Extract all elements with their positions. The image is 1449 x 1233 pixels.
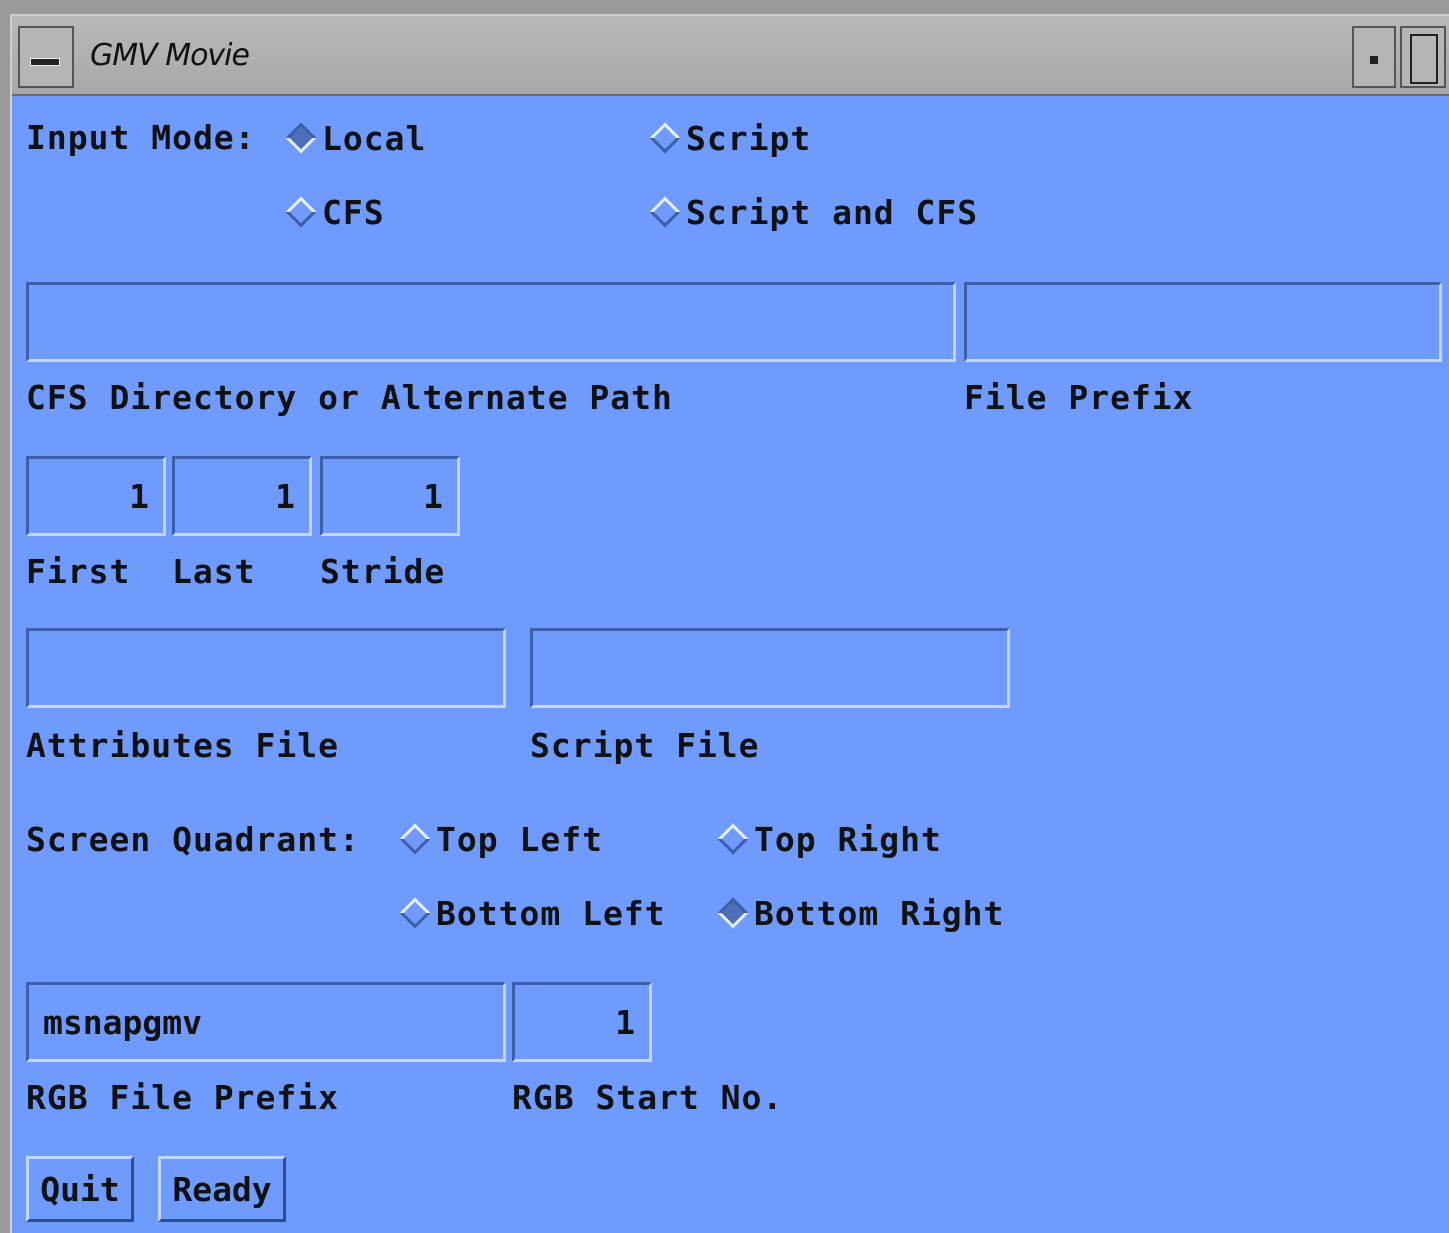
quadrant-top-left-radio[interactable]: Top Left xyxy=(398,816,603,862)
minimize-icon xyxy=(1370,56,1378,64)
attributes-file-input[interactable] xyxy=(26,628,506,708)
input-mode-script-and-cfs-radio[interactable]: Script and CFS xyxy=(648,190,978,234)
file-prefix-label: File Prefix xyxy=(964,378,1194,417)
window-menu-button[interactable] xyxy=(18,26,74,88)
last-input[interactable] xyxy=(172,456,312,536)
radio-label: Top Left xyxy=(436,819,603,859)
radio-label: Script and CFS xyxy=(686,192,979,232)
radio-unselected-icon xyxy=(649,122,681,154)
rgb-file-prefix-input[interactable] xyxy=(26,982,506,1062)
rgb-file-prefix-label: RGB File Prefix xyxy=(26,1078,340,1117)
minimize-button[interactable] xyxy=(1352,26,1396,88)
radio-label: Bottom Right xyxy=(754,893,1005,933)
radio-selected-icon xyxy=(285,122,317,154)
input-mode-label: Input Mode: xyxy=(26,118,256,157)
attributes-file-label: Attributes File xyxy=(26,726,340,765)
rgb-start-no-input[interactable] xyxy=(512,982,652,1062)
radio-label: Bottom Left xyxy=(436,893,666,933)
input-mode-cfs-radio[interactable]: CFS xyxy=(284,190,385,234)
first-label: First xyxy=(26,552,131,591)
input-mode-script-radio[interactable]: Script xyxy=(648,116,811,160)
window-title: GMV Movie xyxy=(90,38,250,73)
radio-label: Script xyxy=(686,118,812,158)
maximize-icon xyxy=(1410,34,1438,84)
cfs-directory-input[interactable] xyxy=(26,282,956,362)
quadrant-bottom-left-radio[interactable]: Bottom Left xyxy=(398,890,666,936)
radio-unselected-icon xyxy=(399,823,431,855)
rgb-start-no-label: RGB Start No. xyxy=(512,1078,784,1117)
script-file-input[interactable] xyxy=(530,628,1010,708)
cfs-directory-label: CFS Directory or Alternate Path xyxy=(26,378,673,417)
radio-selected-icon xyxy=(717,897,749,929)
window-menu-icon xyxy=(30,58,60,66)
radio-unselected-icon xyxy=(649,196,681,228)
input-mode-local-radio[interactable]: Local xyxy=(284,116,426,160)
title-bar: GMV Movie xyxy=(12,16,1449,96)
radio-unselected-icon xyxy=(399,897,431,929)
screen-quadrant-label: Screen Quadrant: xyxy=(26,820,360,859)
quadrant-top-right-radio[interactable]: Top Right xyxy=(716,816,942,862)
radio-label: Local xyxy=(322,118,427,158)
radio-unselected-icon xyxy=(717,823,749,855)
file-prefix-input[interactable] xyxy=(964,282,1442,362)
stride-input[interactable] xyxy=(320,456,460,536)
radio-unselected-icon xyxy=(285,196,317,228)
radio-label: CFS xyxy=(322,192,385,232)
radio-label: Top Right xyxy=(754,819,942,859)
script-file-label: Script File xyxy=(530,726,760,765)
stride-label: Stride xyxy=(320,552,446,591)
first-input[interactable] xyxy=(26,456,166,536)
quit-button[interactable]: Quit xyxy=(26,1156,134,1222)
maximize-button[interactable] xyxy=(1400,26,1446,88)
ready-button[interactable]: Ready xyxy=(158,1156,286,1222)
last-label: Last xyxy=(172,552,256,591)
quadrant-bottom-right-radio[interactable]: Bottom Right xyxy=(716,890,1004,936)
gmv-movie-window: GMV Movie Input Mode: Local Script CFS S… xyxy=(10,14,1449,1233)
